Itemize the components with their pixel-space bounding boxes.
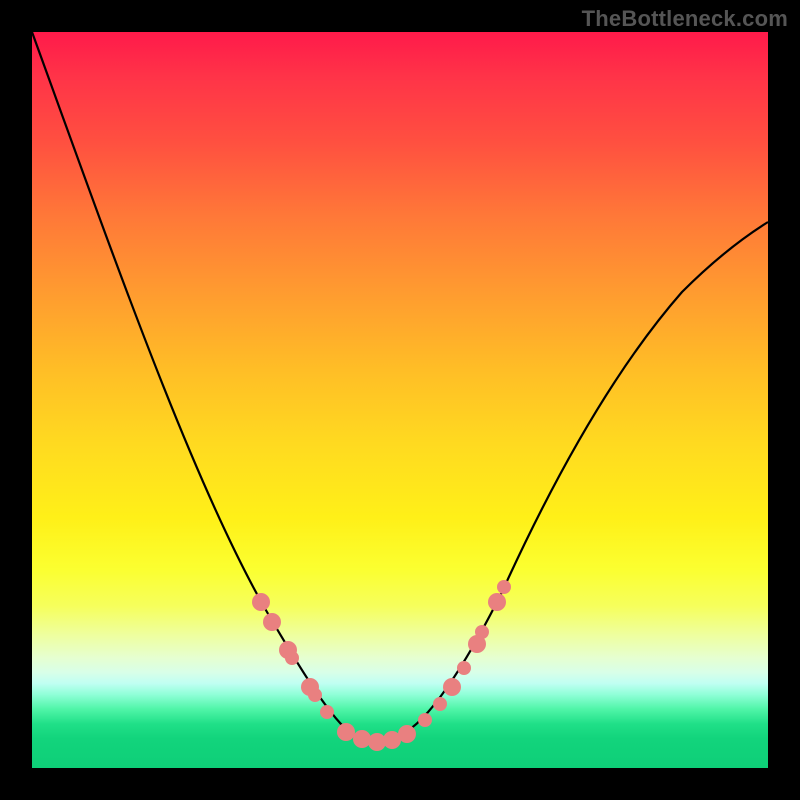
highlight-dot xyxy=(320,705,334,719)
highlight-dot xyxy=(398,725,416,743)
highlight-dot xyxy=(308,688,322,702)
plot-area xyxy=(32,32,768,768)
highlight-dot xyxy=(488,593,506,611)
highlight-dot xyxy=(475,625,489,639)
highlight-dot xyxy=(418,713,432,727)
highlight-dot xyxy=(285,651,299,665)
chart-svg xyxy=(32,32,768,768)
highlight-dots-group xyxy=(252,580,511,751)
bottleneck-curve xyxy=(32,32,768,740)
watermark-text: TheBottleneck.com xyxy=(582,6,788,32)
highlight-dot xyxy=(353,730,371,748)
highlight-dot xyxy=(457,661,471,675)
highlight-dot xyxy=(443,678,461,696)
highlight-dot xyxy=(497,580,511,594)
highlight-dot xyxy=(263,613,281,631)
highlight-dot xyxy=(337,723,355,741)
highlight-dot xyxy=(433,697,447,711)
highlight-dot xyxy=(252,593,270,611)
